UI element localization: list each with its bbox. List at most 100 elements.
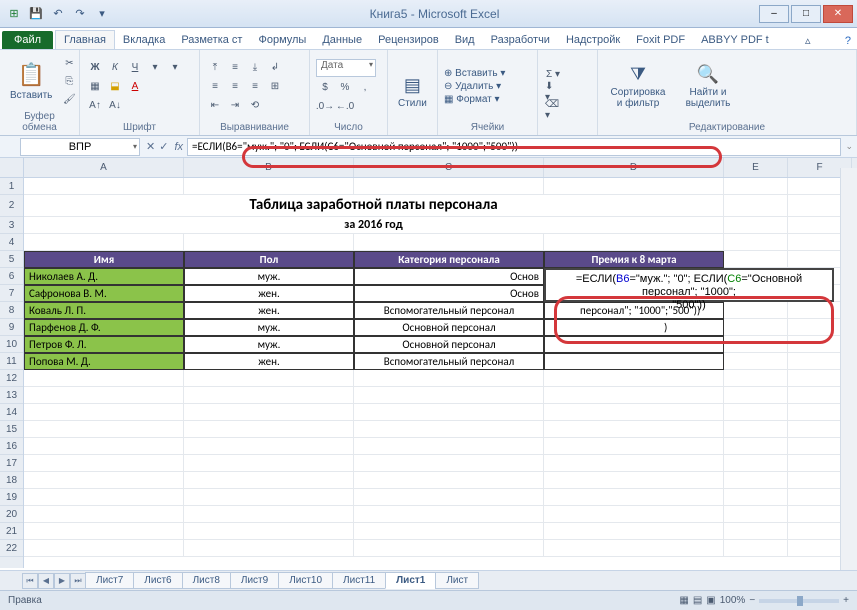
file-tab[interactable]: Файл	[2, 31, 53, 49]
header-cell[interactable]: Имя	[24, 251, 184, 268]
close-button[interactable]: ✕	[823, 5, 853, 23]
save-icon[interactable]: 💾	[26, 4, 46, 24]
undo-icon[interactable]: ↶	[48, 4, 68, 24]
view-layout-icon[interactable]: ▤	[693, 595, 702, 606]
row-header[interactable]: 7	[0, 285, 23, 302]
underline-icon[interactable]: Ч	[126, 60, 144, 76]
ribbon-tab[interactable]: Формулы	[250, 31, 314, 49]
prev-sheet-icon[interactable]: ◀	[38, 573, 54, 589]
cancel-formula-icon[interactable]: ✕	[146, 140, 155, 153]
ribbon-tab[interactable]: Вкладка	[115, 31, 173, 49]
border-icon[interactable]: ▦	[86, 79, 104, 95]
name-box[interactable]: ВПР	[20, 138, 140, 156]
name-cell[interactable]: Сафронова В. М.	[24, 285, 184, 302]
col-header[interactable]: D	[544, 158, 724, 177]
sheet-tab[interactable]: Лист10	[278, 572, 333, 589]
redo-icon[interactable]: ↷	[70, 4, 90, 24]
cut-icon[interactable]: ✂	[60, 55, 78, 71]
gender-cell[interactable]: муж.	[184, 336, 354, 353]
sheet-tab[interactable]: Лист7	[85, 572, 134, 589]
ribbon-tab[interactable]: Разметка ст	[173, 31, 250, 49]
align-bottom-icon[interactable]: ⤓	[246, 60, 264, 76]
name-cell[interactable]: Коваль Л. П.	[24, 302, 184, 319]
comma-icon[interactable]: ,	[356, 80, 374, 96]
paste-button[interactable]: 📋Вставить	[6, 60, 56, 103]
fill-icon[interactable]: ⬇ ▾	[544, 84, 562, 100]
bonus-cell[interactable]	[544, 319, 724, 336]
font-dropdown-icon[interactable]: ▾	[146, 60, 164, 76]
row-header[interactable]: 2	[0, 195, 23, 217]
merge-icon[interactable]: ⊞	[266, 79, 284, 95]
ribbon-minimize-icon[interactable]: ▵	[799, 32, 817, 49]
name-cell[interactable]: Попова М. Д.	[24, 353, 184, 370]
worksheet[interactable]: 1 2 3 4 5 6 7 8 9 10 11 12 13 14 15 16 1…	[0, 158, 857, 568]
row-header[interactable]: 5	[0, 251, 23, 268]
row-header[interactable]: 6	[0, 268, 23, 285]
row-header[interactable]: 13	[0, 387, 23, 404]
increase-indent-icon[interactable]: ⇥	[226, 98, 244, 114]
row-header[interactable]: 8	[0, 302, 23, 319]
category-cell[interactable]: Основной персонал	[354, 319, 544, 336]
row-header[interactable]: 21	[0, 523, 23, 540]
bonus-cell[interactable]	[544, 353, 724, 370]
fx-icon[interactable]: fx	[174, 141, 183, 153]
name-cell[interactable]: Петров Ф. Л.	[24, 336, 184, 353]
ribbon-tab[interactable]: ABBYY PDF t	[693, 31, 777, 49]
col-header[interactable]: E	[724, 158, 788, 177]
header-cell[interactable]: Премия к 8 марта	[544, 251, 724, 268]
category-cell[interactable]: Вспомогательный персонал	[354, 353, 544, 370]
ribbon-tab[interactable]: Надстройк	[558, 31, 628, 49]
col-header[interactable]: B	[184, 158, 354, 177]
last-sheet-icon[interactable]: ⏭	[70, 573, 86, 589]
sheet-tab[interactable]: Лист1	[385, 572, 436, 589]
styles-button[interactable]: ▤Стили	[394, 73, 431, 111]
row-header[interactable]: 19	[0, 489, 23, 506]
gender-cell[interactable]: жен.	[184, 353, 354, 370]
sheet-tab[interactable]: Лист9	[230, 572, 279, 589]
format-painter-icon[interactable]: 🖌	[60, 91, 78, 107]
excel-icon[interactable]: ⊞	[4, 4, 24, 24]
expand-formula-icon[interactable]: ⌄	[841, 141, 857, 152]
zoom-slider[interactable]	[759, 599, 839, 603]
row-header[interactable]: 3	[0, 217, 23, 234]
decrease-indent-icon[interactable]: ⇤	[206, 98, 224, 114]
ribbon-tab[interactable]: Рецензиров	[370, 31, 447, 49]
sheet-tab[interactable]: Лист6	[133, 572, 182, 589]
table-title[interactable]: Таблица заработной платы персонала	[24, 195, 724, 217]
orientation-icon[interactable]: ⟲	[246, 98, 264, 114]
row-header[interactable]: 4	[0, 234, 23, 251]
align-left-icon[interactable]: ≡	[206, 79, 224, 95]
wrap-text-icon[interactable]: ↲	[266, 60, 284, 76]
name-cell[interactable]: Парфенов Д. Ф.	[24, 319, 184, 336]
clear-icon[interactable]: ⌫ ▾	[544, 102, 562, 118]
header-cell[interactable]: Категория персонала	[354, 251, 544, 268]
row-header[interactable]: 14	[0, 404, 23, 421]
ribbon-tab[interactable]: Разработчи	[483, 31, 558, 49]
sheet-tab[interactable]: Лист	[435, 572, 479, 589]
header-cell[interactable]: Пол	[184, 251, 354, 268]
minimize-button[interactable]: –	[759, 5, 789, 23]
sheet-tab[interactable]: Лист8	[182, 572, 231, 589]
name-cell[interactable]: Николаев А. Д.	[24, 268, 184, 285]
row-header[interactable]: 16	[0, 438, 23, 455]
align-middle-icon[interactable]: ≡	[226, 60, 244, 76]
row-header[interactable]: 15	[0, 421, 23, 438]
zoom-level[interactable]: 100%	[720, 595, 746, 606]
ribbon-tab[interactable]: Вид	[447, 31, 483, 49]
align-center-icon[interactable]: ≡	[226, 79, 244, 95]
cell-edit-tooltip[interactable]: =ЕСЛИ(B6="муж."; "0"; ЕСЛИ(C6="Основной …	[544, 268, 834, 302]
view-normal-icon[interactable]: ▦	[679, 595, 688, 606]
increase-decimal-icon[interactable]: .0→	[316, 99, 334, 115]
row-header[interactable]: 1	[0, 178, 23, 195]
format-cells-button[interactable]: ▦ Формат ▾	[444, 94, 505, 105]
table-subtitle[interactable]: за 2016 год	[24, 217, 724, 234]
insert-cells-button[interactable]: ⊕ Вставить ▾	[444, 68, 505, 79]
accept-formula-icon[interactable]: ✓	[159, 140, 168, 153]
fill-color-icon[interactable]: ⬓	[106, 79, 124, 95]
percent-icon[interactable]: %	[336, 80, 354, 96]
number-format-combo[interactable]: Дата	[316, 59, 376, 77]
view-break-icon[interactable]: ▣	[706, 595, 715, 606]
col-header[interactable]: C	[354, 158, 544, 177]
zoom-out-button[interactable]: −	[749, 595, 755, 606]
row-header[interactable]: 12	[0, 370, 23, 387]
